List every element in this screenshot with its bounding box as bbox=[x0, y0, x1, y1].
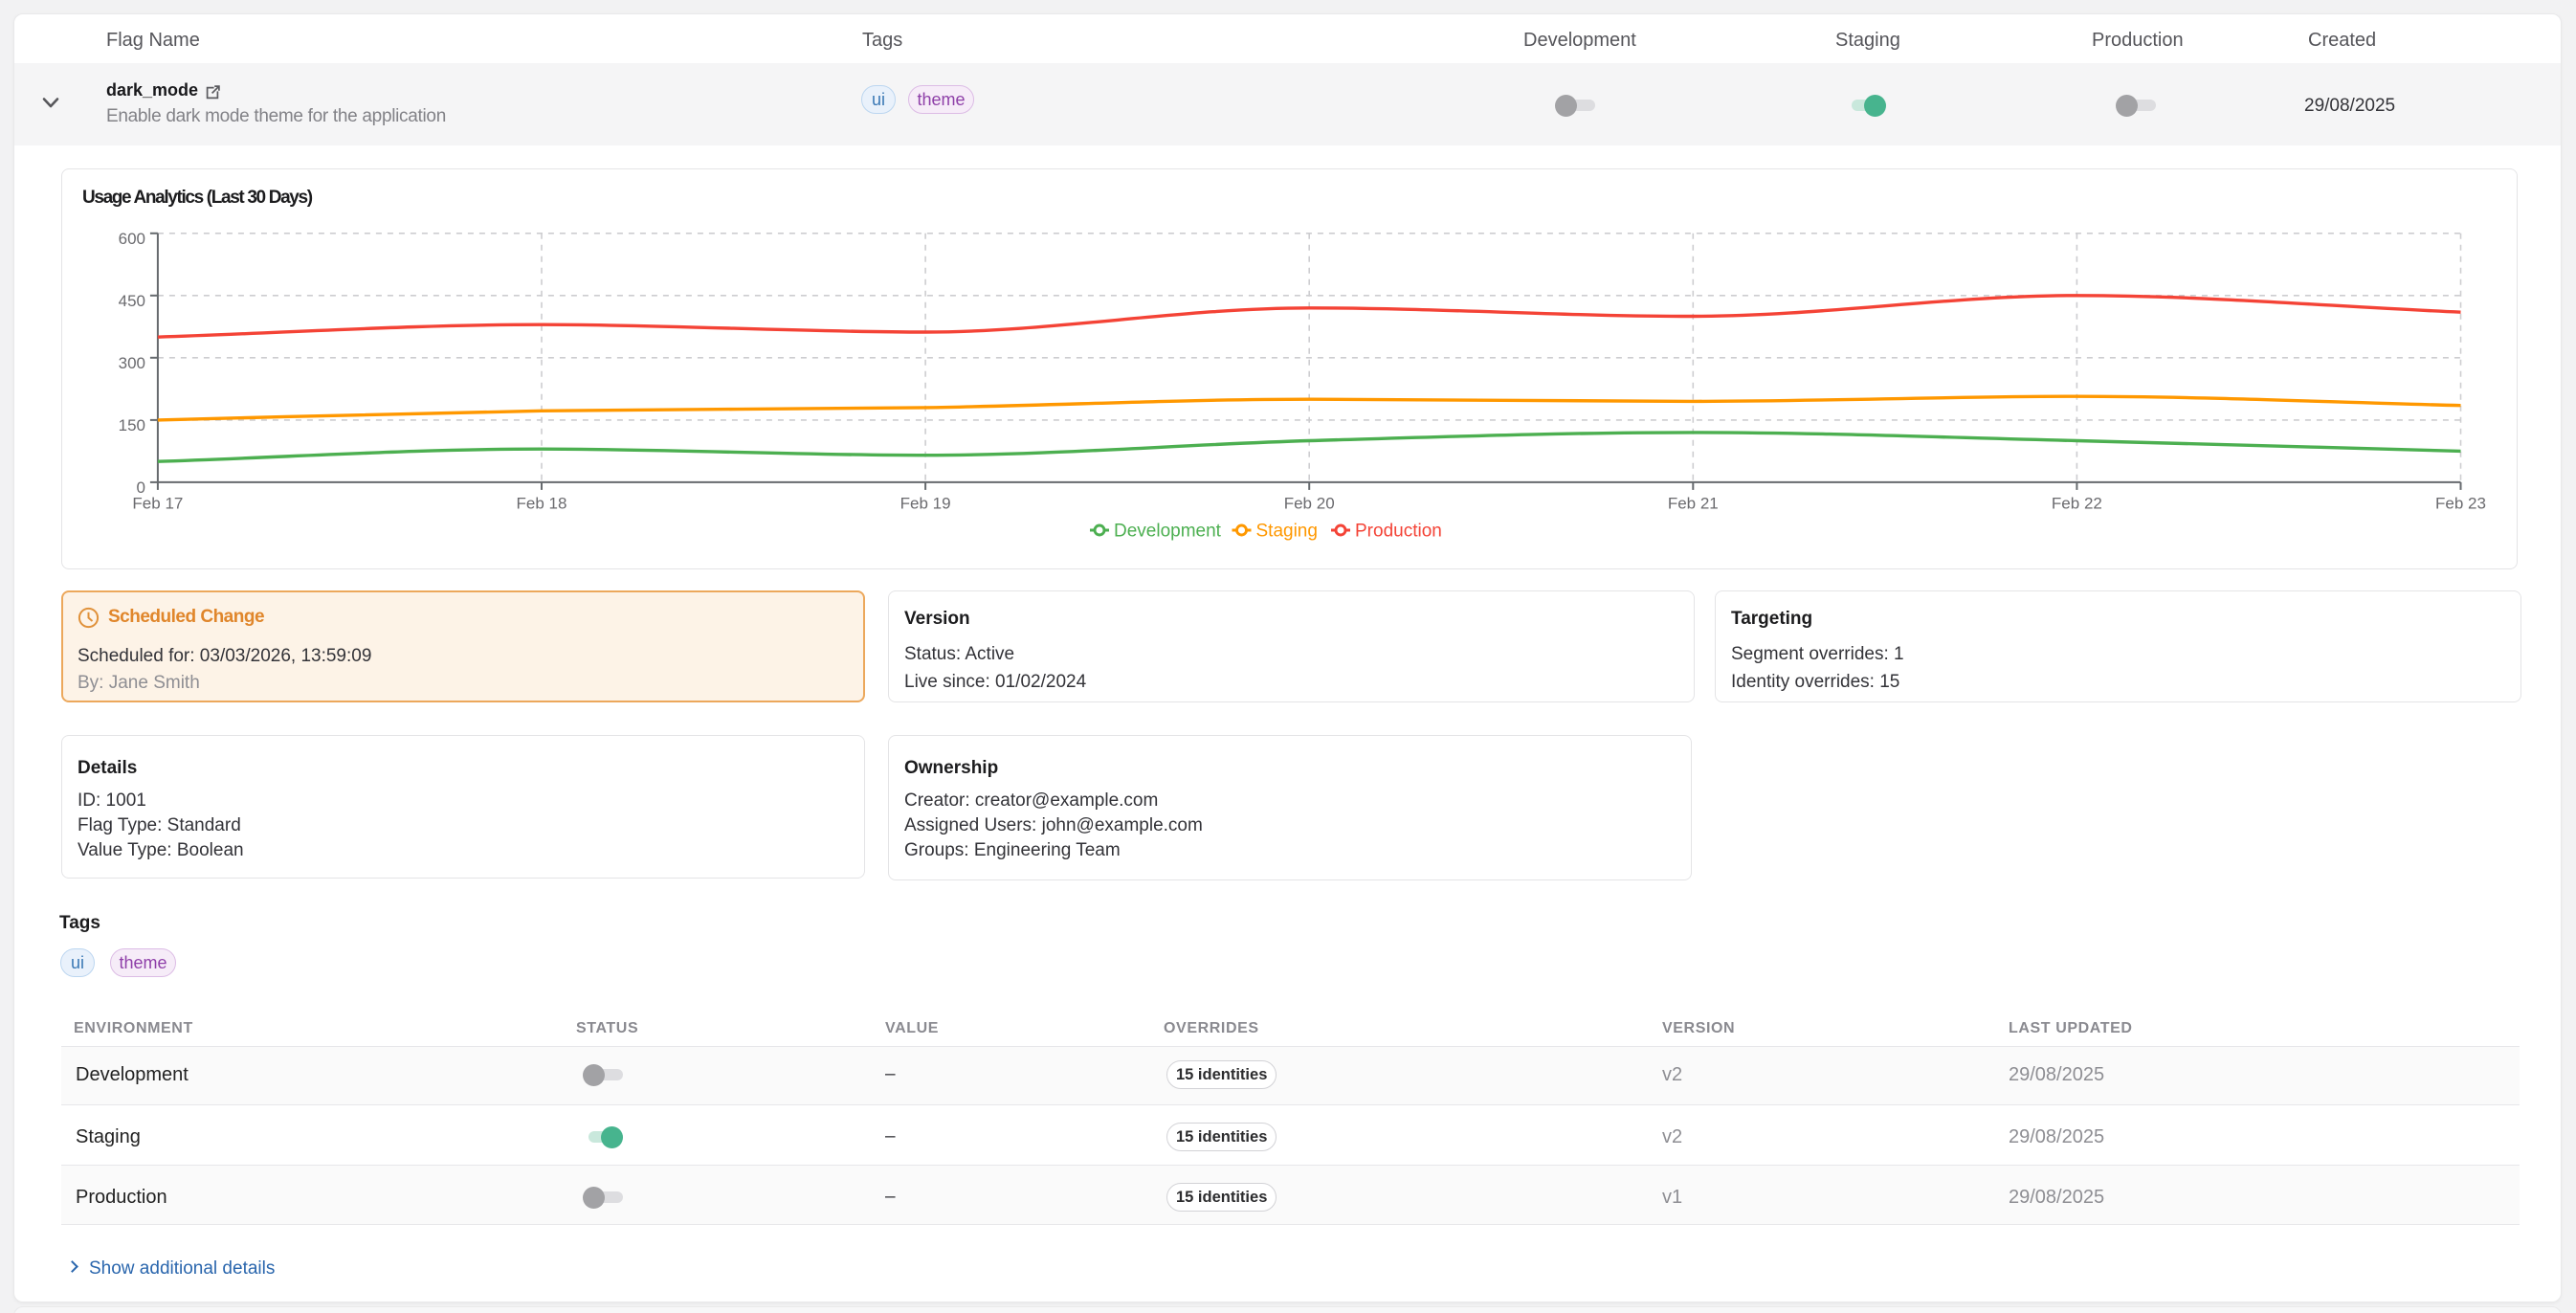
svg-text:Feb 21: Feb 21 bbox=[1668, 495, 1719, 513]
svg-text:Feb 20: Feb 20 bbox=[1284, 495, 1335, 513]
svg-text:600: 600 bbox=[119, 230, 145, 248]
svg-text:Feb 23: Feb 23 bbox=[2435, 495, 2486, 513]
svg-text:Staging: Staging bbox=[1256, 522, 1318, 542]
svg-text:Feb 19: Feb 19 bbox=[900, 495, 951, 513]
svg-text:150: 150 bbox=[119, 416, 145, 434]
svg-text:450: 450 bbox=[119, 292, 145, 310]
svg-text:Feb 18: Feb 18 bbox=[517, 495, 567, 513]
svg-text:Production: Production bbox=[1355, 522, 1442, 542]
svg-text:Feb 22: Feb 22 bbox=[2052, 495, 2102, 513]
svg-text:Feb 17: Feb 17 bbox=[132, 495, 183, 513]
svg-text:300: 300 bbox=[119, 354, 145, 372]
svg-text:Development: Development bbox=[1114, 522, 1222, 542]
